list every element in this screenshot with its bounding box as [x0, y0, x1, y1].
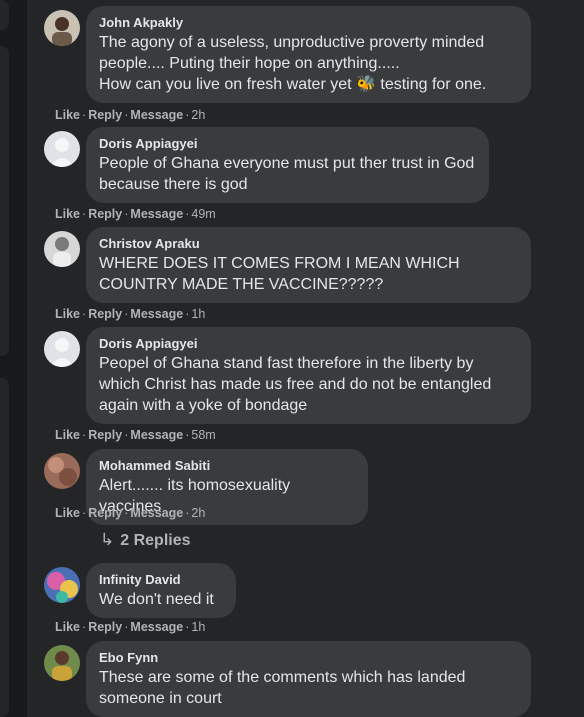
like-link[interactable]: Like — [55, 620, 80, 634]
message-link[interactable]: Message — [130, 506, 183, 520]
comment-actions: Like · Reply · Message · 58m — [55, 428, 216, 442]
message-link[interactable]: Message — [130, 428, 183, 442]
left-rail — [0, 0, 10, 717]
avatar[interactable] — [44, 645, 80, 681]
reply-link[interactable]: Reply — [88, 620, 122, 634]
reply-link[interactable]: Reply — [88, 108, 122, 122]
message-link[interactable]: Message — [130, 108, 183, 122]
avatar[interactable] — [44, 453, 80, 489]
comment-text: The agony of a useless, unproductive pro… — [99, 34, 487, 93]
avatar[interactable] — [44, 131, 80, 167]
avatar[interactable] — [44, 331, 80, 367]
comment-text: WHERE DOES IT COMES FROM I MEAN WHICH CO… — [99, 255, 460, 293]
commenter-name[interactable]: Doris Appiagyei — [99, 335, 519, 352]
like-link[interactable]: Like — [55, 207, 80, 221]
reply-link[interactable]: Reply — [88, 307, 122, 321]
reply-arrow-icon: ↳ — [100, 530, 115, 549]
comment-actions: Like · Reply · Message · 1h — [55, 620, 206, 634]
rail-segment — [0, 0, 9, 30]
comment-bubble: Ebo Fynn These are some of the comments … — [86, 641, 531, 717]
comment-actions: Like · Reply · Message · 49m — [55, 207, 216, 221]
comment-time[interactable]: 1h — [191, 307, 205, 321]
comment-bubble: Christov Apraku WHERE DOES IT COMES FROM… — [86, 227, 531, 303]
comment-bubble: Doris Appiagyei Peopel of Ghana stand fa… — [86, 327, 531, 424]
like-link[interactable]: Like — [55, 307, 80, 321]
comment-actions: Like · Reply · Message · 2h — [55, 506, 206, 520]
comment-time[interactable]: 58m — [191, 428, 215, 442]
avatar[interactable] — [44, 567, 80, 603]
comment-bubble: John Akpakly The agony of a useless, unp… — [86, 6, 531, 103]
comment-actions: Like · Reply · Message · 2h — [55, 108, 206, 122]
like-link[interactable]: Like — [55, 108, 80, 122]
comment-bubble: Infinity David We don't need it — [86, 563, 236, 618]
commenter-name[interactable]: Infinity David — [99, 571, 224, 588]
message-link[interactable]: Message — [130, 620, 183, 634]
reply-link[interactable]: Reply — [88, 506, 122, 520]
comment-time[interactable]: 49m — [191, 207, 215, 221]
like-link[interactable]: Like — [55, 428, 80, 442]
comment-text: We don't need it — [99, 591, 214, 608]
reply-link[interactable]: Reply — [88, 207, 122, 221]
comment-text: Peopel of Ghana stand fast therefore in … — [99, 355, 492, 414]
commenter-name[interactable]: Mohammed Sabiti — [99, 457, 356, 474]
comment-bubble: Doris Appiagyei People of Ghana everyone… — [86, 127, 489, 203]
comment-text: These are some of the comments which has… — [99, 669, 466, 707]
reply-link[interactable]: Reply — [88, 428, 122, 442]
comment-time[interactable]: 2h — [191, 108, 205, 122]
commenter-name[interactable]: John Akpakly — [99, 14, 519, 31]
commenter-name[interactable]: Doris Appiagyei — [99, 135, 477, 152]
avatar[interactable] — [44, 231, 80, 267]
comment-actions: Like · Reply · Message · 1h — [55, 307, 206, 321]
comment-time[interactable]: 2h — [191, 506, 205, 520]
commenter-name[interactable]: Christov Apraku — [99, 235, 519, 252]
replies-count[interactable]: 2 Replies — [120, 532, 190, 549]
comment-time[interactable]: 1h — [191, 620, 205, 634]
message-link[interactable]: Message — [130, 207, 183, 221]
message-link[interactable]: Message — [130, 307, 183, 321]
view-replies-link[interactable]: ↳ 2 Replies — [100, 529, 191, 552]
like-link[interactable]: Like — [55, 506, 80, 520]
rail-segment — [0, 46, 9, 356]
rail-segment — [0, 378, 9, 717]
commenter-name[interactable]: Ebo Fynn — [99, 649, 519, 666]
avatar[interactable] — [44, 10, 80, 46]
comment-text: People of Ghana everyone must put ther t… — [99, 155, 475, 193]
